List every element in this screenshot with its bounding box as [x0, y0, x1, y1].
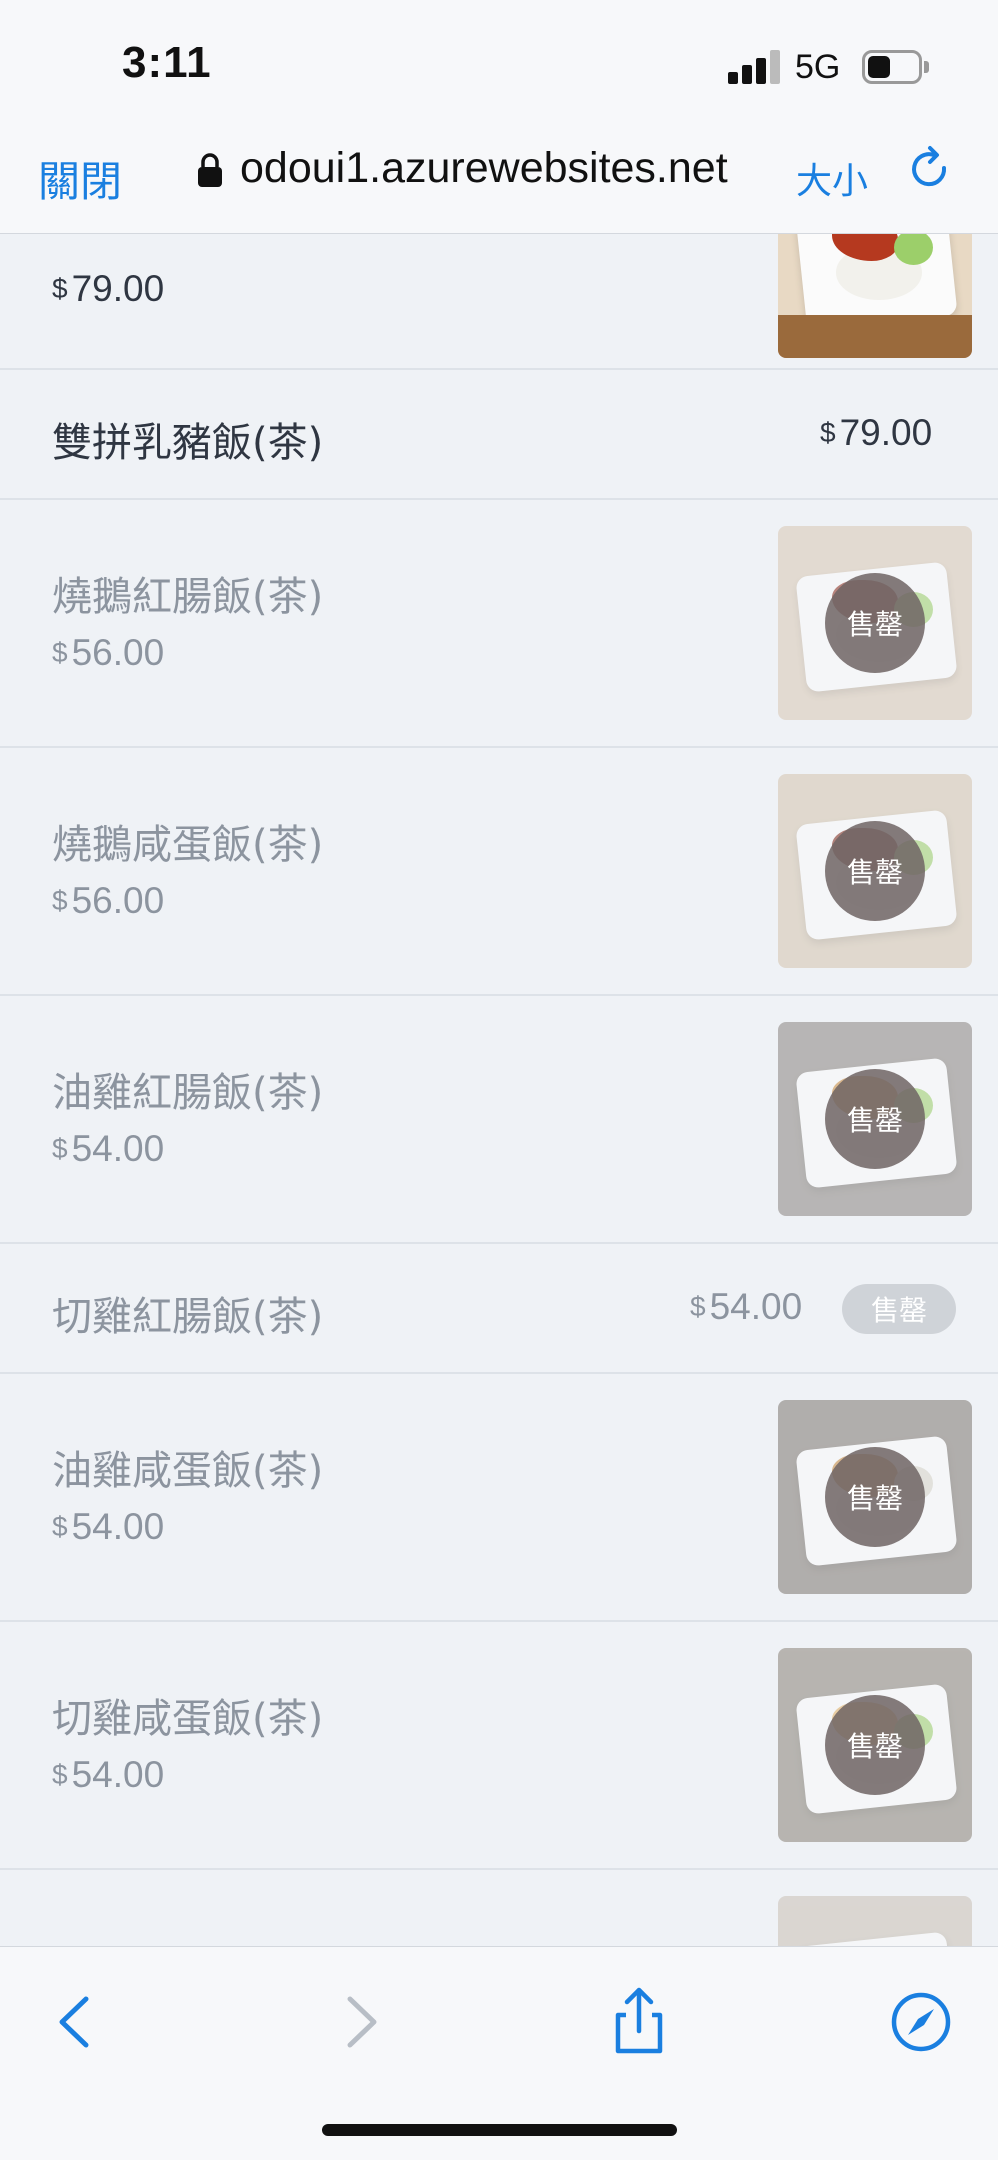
item-photo: 售罄	[778, 1022, 972, 1216]
lock-icon	[198, 153, 222, 187]
share-icon[interactable]	[604, 1987, 674, 2057]
item-price: $54.00	[52, 1754, 165, 1795]
item-photo	[778, 1896, 972, 1946]
item-price: $56.00	[52, 632, 165, 673]
list-item[interactable]	[0, 1870, 998, 1946]
list-item[interactable]: 雙拼乳豬飯(茶) $79.00	[0, 370, 998, 500]
item-price: $56.00	[52, 880, 165, 921]
item-name: 油雞紅腸飯(茶)	[52, 1070, 324, 1116]
status-time: 3:11	[122, 38, 212, 87]
item-photo: 售罄	[778, 1648, 972, 1842]
sold-out-badge: 售罄	[842, 1284, 956, 1334]
item-photo: 售罄	[778, 774, 972, 968]
battery-icon	[862, 50, 929, 84]
item-photo: 售罄	[778, 526, 972, 720]
menu-list: $79.00 雙拼乳豬飯(茶) $79.00 燒鵝紅腸飯(茶) $ 56.00 …	[0, 234, 998, 1946]
item-name: 燒鵝咸蛋飯(茶)	[52, 822, 324, 868]
sold-out-badge: 售罄	[825, 1069, 925, 1169]
signal-icon	[728, 50, 784, 84]
address-bar: 關閉 odoui1.azurewebsites.net 大小	[0, 130, 998, 234]
item-name: 雙拼乳豬飯(茶)	[52, 420, 324, 466]
chevron-right-icon[interactable]	[326, 1987, 396, 2057]
list-item[interactable]: 切雞咸蛋飯(茶) $54.00 售罄	[0, 1622, 998, 1870]
sold-out-badge: 售罄	[825, 821, 925, 921]
item-name: 油雞咸蛋飯(茶)	[52, 1448, 324, 1494]
network-label: 5G	[795, 48, 841, 86]
close-button[interactable]: 關閉	[38, 148, 122, 209]
list-item[interactable]: 油雞紅腸飯(茶) $54.00 售罄	[0, 996, 998, 1244]
reload-icon[interactable]	[904, 144, 956, 196]
item-price: $54.00	[52, 1506, 165, 1547]
url-field[interactable]: odoui1.azurewebsites.net	[240, 144, 728, 193]
item-price: $79.00	[52, 268, 165, 309]
screen: 3:11 5G 關閉 odoui1.azurewebsites.net 大小 $…	[0, 0, 998, 2160]
list-item[interactable]: 油雞咸蛋飯(茶) $54.00 售罄	[0, 1374, 998, 1622]
item-name: 切雞咸蛋飯(茶)	[52, 1696, 324, 1742]
sold-out-badge: 售罄	[825, 1695, 925, 1795]
item-name: 切雞紅腸飯(茶)	[52, 1294, 324, 1340]
list-item[interactable]: 燒鵝紅腸飯(茶) $56.00 售罄	[0, 500, 998, 748]
item-price: $79.00	[820, 412, 933, 453]
item-price: $54.00	[690, 1286, 803, 1327]
chevron-left-icon[interactable]	[40, 1987, 110, 2057]
sold-out-badge: 售罄	[825, 1447, 925, 1547]
item-price: $54.00	[52, 1128, 165, 1169]
sold-out-badge: 售罄	[825, 573, 925, 673]
home-indicator[interactable]	[322, 2124, 677, 2136]
status-bar: 3:11 5G	[0, 0, 998, 130]
compass-icon[interactable]	[886, 1987, 956, 2057]
list-item[interactable]: 切雞紅腸飯(茶) $54.00 售罄	[0, 1244, 998, 1374]
item-name: 燒鵝紅腸飯(茶)	[52, 574, 324, 620]
item-photo: 售罄	[778, 1400, 972, 1594]
text-size-button[interactable]: 大小	[796, 152, 868, 204]
list-item[interactable]: 燒鵝咸蛋飯(茶) $56.00 售罄	[0, 748, 998, 996]
text-size-label: 大小	[796, 161, 869, 202]
list-item[interactable]: $79.00	[0, 234, 998, 370]
